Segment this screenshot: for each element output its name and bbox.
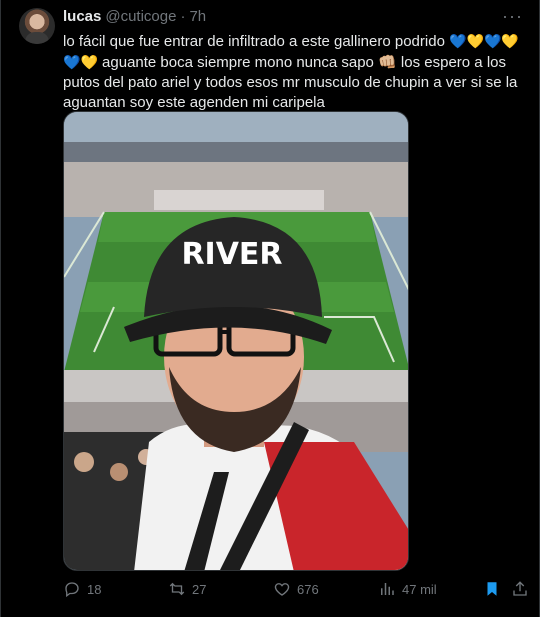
action-bar: 18 27 676 47 mil [63,580,529,604]
author-name[interactable]: lucas [63,8,101,25]
tweet-text-part1: lo fácil que fue entrar de infiltrado a … [63,33,450,50]
far-banner [154,190,324,210]
tweet-header: lucas @cuticoge · 7h [63,8,206,25]
reply-icon [65,582,79,598]
retweet-count: 27 [192,581,207,597]
reply-button[interactable]: 18 [63,580,101,598]
emoji-heart-blue-2: 💙 [483,33,502,49]
more-options-icon[interactable]: ··· [502,6,523,27]
views-chart-icon [381,583,394,595]
photo-illustration: RIVER [64,112,408,570]
emoji-heart-yellow-3: 💛 [80,54,98,70]
retweet-icon [169,582,185,596]
share-button[interactable] [511,580,529,598]
share-icon [513,581,527,596]
bookmark-button[interactable] [483,580,501,598]
spectator-2 [110,463,128,481]
hat-logo-text: RIVER [181,237,282,272]
emoji-fist: 👊🏼 [378,54,397,71]
tweet-text-part2: aguante boca siempre mono nunca sapo [97,54,379,71]
timestamp[interactable]: 7h [189,8,206,25]
reply-count: 18 [87,581,102,597]
spectator-1 [74,452,94,472]
emoji-heart-blue-3: 💙 [63,54,81,70]
views-button[interactable]: 47 mil [378,580,437,598]
heart-icon [274,583,290,596]
like-button[interactable]: 676 [273,580,319,598]
emoji-heart-blue-1: 💙 [449,33,467,49]
bookmark-icon [487,582,497,596]
author-handle[interactable]: @cuticoge [105,8,176,25]
emoji-heart-yellow-2: 💛 [501,33,519,49]
like-count: 676 [297,581,319,597]
retweet-button[interactable]: 27 [168,580,206,598]
separator: · [180,8,186,25]
emoji-heart-yellow-1: 💛 [466,33,484,49]
avatar[interactable] [19,8,55,44]
avatar-shirt [25,32,49,44]
tweet-photo[interactable]: RIVER [63,111,409,571]
tweet-text: lo fácil que fue entrar de infiltrado a … [63,31,523,113]
views-count: 47 mil [402,581,437,597]
tweet-card[interactable]: lucas @cuticoge · 7h ··· lo fácil que fu… [0,0,540,617]
